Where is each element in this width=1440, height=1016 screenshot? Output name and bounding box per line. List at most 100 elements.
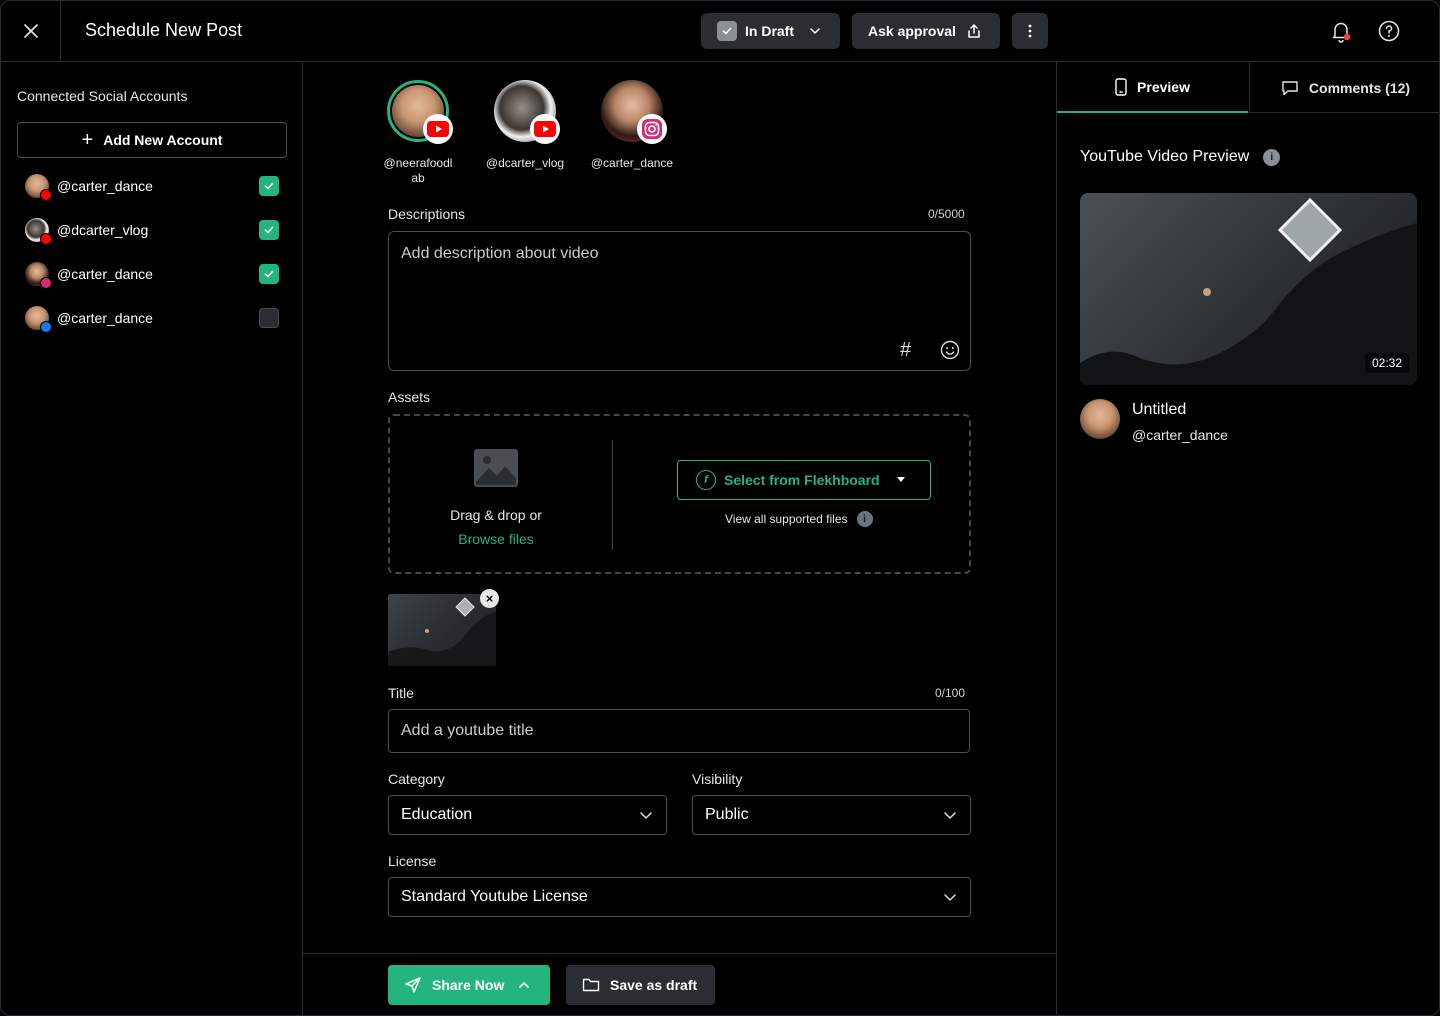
selected-account-handle: @carter_dance xyxy=(590,156,674,170)
assets-label: Assets xyxy=(388,389,431,405)
avatar xyxy=(25,306,52,333)
notification-dot xyxy=(1343,33,1351,41)
account-checkbox[interactable] xyxy=(259,220,279,240)
save-as-draft-button[interactable]: Save as draft xyxy=(566,965,715,1005)
remove-asset-button[interactable]: × xyxy=(480,589,499,608)
status-dropdown-button[interactable]: In Draft xyxy=(701,13,840,49)
title-label: Title xyxy=(388,685,414,701)
account-handle: @dcarter_vlog xyxy=(57,222,149,238)
check-icon xyxy=(264,182,274,190)
assets-dropzone[interactable]: Drag & drop or Browse files f Select fro… xyxy=(388,414,971,574)
license-select[interactable]: Standard Youtube License xyxy=(388,877,971,917)
post-editor: @neerafoodlab @dcarter_vlog @carter_danc… xyxy=(303,62,1057,1015)
page-title: Schedule New Post xyxy=(85,20,243,40)
chevron-down-icon xyxy=(944,812,956,819)
ask-approval-button[interactable]: Ask approval xyxy=(852,13,1000,49)
bell-icon xyxy=(1332,22,1351,43)
close-button[interactable] xyxy=(1,1,61,61)
visibility-select[interactable]: Public xyxy=(692,795,971,835)
notifications-button[interactable] xyxy=(1329,19,1353,43)
description-placeholder: Add description about video xyxy=(401,245,599,262)
browse-files-link[interactable]: Browse files xyxy=(390,531,602,547)
youtube-icon xyxy=(40,233,52,245)
avatar xyxy=(25,262,52,289)
comment-icon xyxy=(1282,80,1298,95)
close-icon xyxy=(23,24,38,38)
share-now-label: Share Now xyxy=(432,977,505,993)
youtube-icon xyxy=(423,114,453,144)
license-label: License xyxy=(388,853,437,869)
emoji-icon[interactable] xyxy=(940,340,960,360)
info-icon[interactable]: i xyxy=(1263,148,1281,166)
account-handle: @carter_dance xyxy=(57,310,153,326)
phone-icon xyxy=(1115,77,1127,96)
video-preview[interactable]: 02:32 xyxy=(1080,193,1417,385)
drag-drop-text: Drag & drop or xyxy=(450,507,542,523)
supported-files-label: View all supported files xyxy=(725,512,848,526)
folder-icon xyxy=(582,978,600,992)
tab-preview-label: Preview xyxy=(1137,78,1190,95)
supported-files-link[interactable]: View all supported files i xyxy=(725,511,873,527)
descriptions-label: Descriptions xyxy=(388,206,466,222)
tab-preview[interactable]: Preview xyxy=(1057,62,1248,113)
youtube-preview-title-text: YouTube Video Preview xyxy=(1080,148,1250,165)
tab-comments-label: Comments (12) xyxy=(1308,79,1411,96)
editor-footer: Share Now Save as draft xyxy=(303,953,1056,1015)
tab-comments[interactable]: Comments (12) xyxy=(1249,62,1439,113)
title-counter: 0/100 xyxy=(935,686,966,700)
selected-account-tab[interactable]: @neerafoodlab xyxy=(368,80,468,186)
video-duration: 02:32 xyxy=(1364,353,1409,373)
asset-thumbnail-image xyxy=(388,597,496,666)
help-button[interactable] xyxy=(1377,19,1401,43)
description-textarea[interactable]: Add description about video # xyxy=(388,231,971,371)
video-channel-handle: @carter_dance xyxy=(1132,427,1228,443)
visibility-label: Visibility xyxy=(692,771,743,787)
chevron-down-icon xyxy=(810,28,820,34)
video-title: Untitled xyxy=(1132,401,1187,418)
instagram-icon xyxy=(40,277,52,289)
info-icon: i xyxy=(856,511,873,527)
category-select[interactable]: Education xyxy=(388,795,667,835)
youtube-icon xyxy=(530,114,560,144)
image-icon xyxy=(474,449,518,487)
license-value: Standard Youtube License xyxy=(401,888,588,905)
youtube-icon xyxy=(40,189,52,201)
draft-check-icon xyxy=(717,21,737,41)
chevron-down-icon xyxy=(640,812,652,819)
ask-approval-label: Ask approval xyxy=(868,23,956,39)
selected-account-tab[interactable]: @carter_dance xyxy=(582,80,682,171)
descriptions-counter: 0/5000 xyxy=(928,207,965,221)
chevron-down-icon xyxy=(944,894,956,901)
account-checkbox[interactable] xyxy=(259,264,279,284)
help-icon xyxy=(1378,20,1400,42)
account-row: @carter_dance xyxy=(25,174,279,201)
avatar xyxy=(387,80,453,144)
avatar xyxy=(25,218,52,245)
chevron-up-icon xyxy=(519,982,530,988)
select-from-flekhboard-label: Select from Flekhboard xyxy=(724,472,880,488)
select-from-flekhboard-button[interactable]: f Select from Flekhboard xyxy=(677,460,931,500)
send-icon xyxy=(405,977,421,993)
hashtag-icon[interactable]: # xyxy=(900,340,920,360)
share-now-button[interactable]: Share Now xyxy=(388,965,550,1005)
account-checkbox[interactable] xyxy=(259,308,279,328)
account-row: @dcarter_vlog xyxy=(25,218,279,245)
account-row: @carter_dance xyxy=(25,262,279,289)
avatar xyxy=(601,80,667,144)
add-new-account-button[interactable]: + Add New Account xyxy=(17,122,287,158)
selected-account-tab[interactable]: @dcarter_vlog xyxy=(475,80,575,171)
asset-thumbnail[interactable] xyxy=(388,594,496,666)
avatar xyxy=(1080,399,1120,439)
save-as-draft-label: Save as draft xyxy=(610,977,698,993)
selected-account-handle: @neerafoodlab xyxy=(383,156,453,185)
top-bar: Schedule New Post In Draft Ask approval xyxy=(1,1,1439,62)
category-label: Category xyxy=(388,771,445,787)
share-upload-icon xyxy=(968,24,980,38)
visibility-value: Public xyxy=(705,806,749,823)
title-input[interactable]: Add a youtube title xyxy=(388,709,970,753)
account-handle: @carter_dance xyxy=(57,178,153,194)
more-options-button[interactable] xyxy=(1012,13,1048,49)
account-checkbox[interactable] xyxy=(259,176,279,196)
preview-tabs: Preview Comments (12) xyxy=(1057,62,1439,113)
account-row: @carter_dance xyxy=(25,306,279,333)
